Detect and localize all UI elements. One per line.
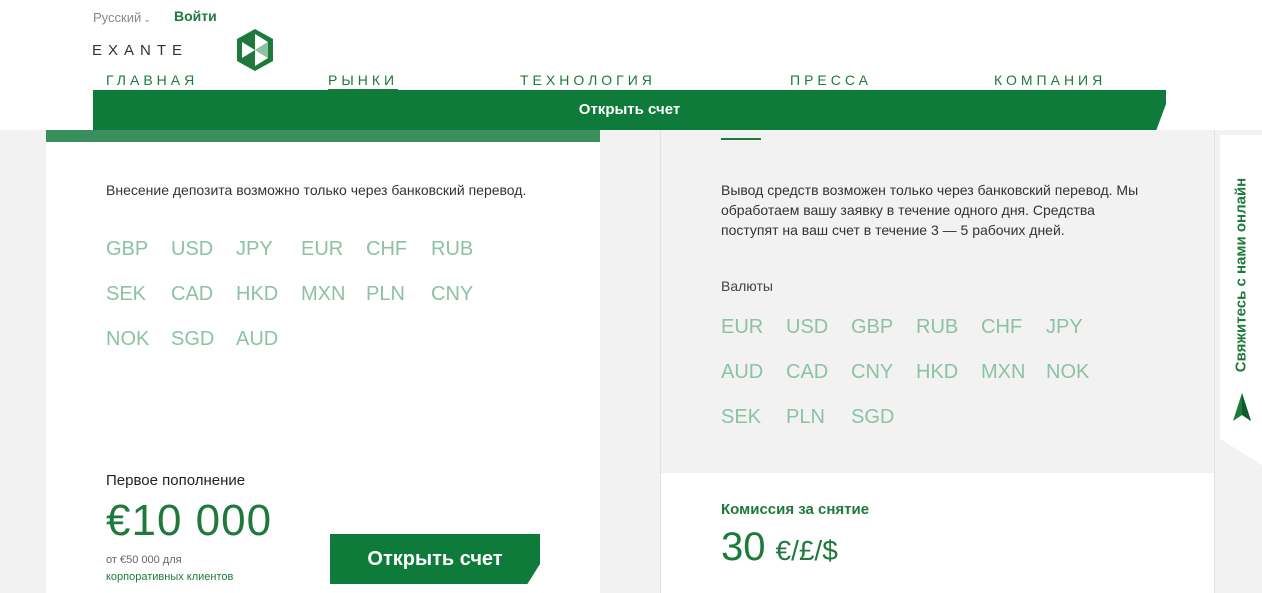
currency-item: JPY — [236, 238, 273, 260]
currency-item: CNY — [851, 361, 894, 383]
login-link[interactable]: Войти — [174, 8, 217, 24]
deposit-card-top-bar — [46, 130, 600, 142]
currency-item: HKD — [236, 283, 279, 305]
currency-item: NOK — [1046, 361, 1090, 383]
chevron-down-icon: ⌄ — [143, 14, 151, 24]
currency-item: EUR — [301, 238, 344, 260]
currency-item: MXN — [301, 283, 346, 305]
withdrawal-currency-list: EUR USD GBP RUB CHF JPY AUD CAD CNY HKD … — [721, 316, 1111, 428]
currency-item: PLN — [366, 283, 405, 305]
withdrawal-description: Вывод средств возможен только через банк… — [721, 182, 1139, 238]
open-account-button-label: Открыть счет — [367, 548, 503, 570]
nav-item-home[interactable]: ГЛАВНАЯ — [106, 72, 198, 88]
currency-item: CNY — [431, 283, 474, 305]
withdrawal-fee-label: Комиссия за снятие — [721, 501, 870, 518]
currency-item: SEK — [106, 283, 147, 305]
contact-online-tab[interactable]: Свяжитесь с нами онлайн — [1220, 135, 1262, 465]
currency-item: GBP — [106, 238, 149, 260]
currency-item: SGD — [851, 406, 895, 428]
withdrawal-fee-currency: €/£/$ — [775, 535, 838, 566]
currency-item: SEK — [721, 406, 762, 428]
nav-item-markets[interactable]: РЫНКИ — [328, 72, 399, 91]
corporate-note-prefix: от €50 000 для — [106, 554, 182, 566]
exante-logo-icon[interactable] — [235, 28, 275, 72]
currency-item: GBP — [851, 316, 894, 338]
currency-item: AUD — [236, 328, 279, 350]
currency-item: RUB — [431, 238, 474, 260]
send-arrow-icon — [1233, 393, 1251, 421]
withdrawal-accent-line — [721, 138, 761, 140]
currency-item: SGD — [171, 328, 215, 350]
currency-item: JPY — [1046, 316, 1083, 338]
currency-item: CAD — [786, 361, 829, 383]
corporate-note: от €50 000 для корпоративных клиентов — [106, 552, 233, 586]
currencies-heading: Валюты — [721, 278, 773, 294]
language-selector[interactable]: Русский ⌄ — [93, 10, 151, 25]
open-account-bar-button[interactable]: Открыть счет — [93, 90, 1166, 130]
currency-item: PLN — [786, 406, 825, 428]
withdrawal-card: Вывод средств возможен только через банк… — [660, 130, 1215, 593]
deposit-description: Внесение депозита возможно только через … — [106, 182, 527, 198]
withdrawal-fee-value: 30 — [721, 525, 766, 569]
currency-item: EUR — [721, 316, 764, 338]
brand-name[interactable]: EXANTE — [92, 42, 188, 59]
withdrawal-fee-box: Комиссия за снятие 30 €/£/$ — [661, 473, 1214, 593]
first-deposit-label: Первое пополнение — [106, 472, 246, 489]
currency-item: CHF — [366, 238, 408, 260]
withdrawal-fee-amount: 30 €/£/$ — [721, 525, 838, 570]
deposit-currency-list: GBP USD JPY EUR CHF RUB SEK CAD HKD MXN … — [106, 238, 496, 350]
site-header: Русский ⌄ Войти EXANTE ГЛАВНАЯ РЫНКИ ТЕХН… — [0, 0, 1262, 130]
deposit-card: Внесение депозита возможно только через … — [46, 130, 600, 593]
contact-online-label: Свяжитесь с нами онлайн — [1232, 177, 1250, 373]
first-deposit-amount: €10 000 — [106, 496, 273, 545]
currency-item: MXN — [981, 361, 1026, 383]
currency-item: USD — [786, 316, 829, 338]
currency-item: AUD — [721, 361, 764, 383]
nav-item-company[interactable]: КОМПАНИЯ — [994, 72, 1106, 88]
currency-item: NOK — [106, 328, 150, 350]
currency-item: RUB — [916, 316, 959, 338]
open-account-button[interactable]: Открыть счет — [330, 534, 540, 584]
currency-item: USD — [171, 238, 214, 260]
currency-item: CAD — [171, 283, 214, 305]
corporate-clients-link[interactable]: корпоративных клиентов — [106, 569, 233, 586]
language-label: Русский — [93, 10, 142, 25]
currency-item: CHF — [981, 316, 1023, 338]
currency-item: HKD — [916, 361, 959, 383]
nav-item-technology[interactable]: ТЕХНОЛОГИЯ — [520, 72, 656, 88]
nav-item-press[interactable]: ПРЕССА — [790, 72, 872, 88]
open-account-bar-label: Открыть счет — [578, 101, 681, 118]
